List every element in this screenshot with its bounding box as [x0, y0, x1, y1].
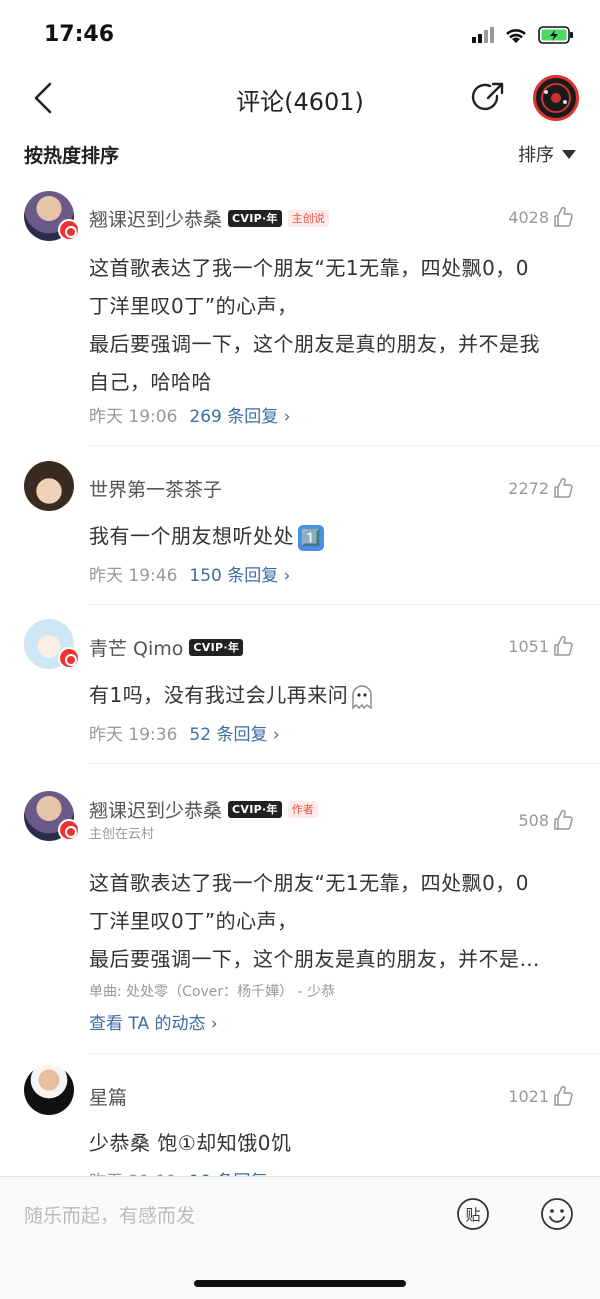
thumb-up-icon [554, 206, 573, 227]
vip-badge: CVIP·年 [228, 210, 282, 227]
view-dynamic-link[interactable]: 查看 TA 的动态 › [89, 1009, 218, 1034]
divider [89, 763, 600, 764]
vip-badge: CVIP·年 [189, 639, 244, 656]
comment-meta: 昨天 19:36 52 条回复 › [89, 720, 280, 745]
wifi-icon [506, 29, 526, 43]
like-count: 1021 [508, 1086, 549, 1106]
nav-bar: 评论(4601) [0, 70, 600, 126]
comment-text: 我有一个朋友想听处处 1️⃣ [89, 517, 589, 555]
comment-text: 有1吗，没有我过会儿再来问 [89, 676, 589, 714]
comment-meta: 昨天 19:46 150 条回复 › [89, 561, 290, 586]
thumb-up-icon [554, 477, 573, 498]
status-icons [472, 26, 574, 44]
home-indicator[interactable] [194, 1280, 406, 1287]
status-time: 17:46 [44, 22, 115, 47]
comment-text: 这首歌表达了我一个朋友“无1无靠，四处飘0，0 丁洋里叹0丁”的心声， 最后要强… [89, 256, 540, 394]
page-title: 评论(4601) [236, 88, 364, 116]
replies-link[interactable]: 269 条回复 › [189, 402, 290, 427]
comment-text: 少恭桑 饱①却知饿0饥 [89, 1131, 292, 1155]
replies-link[interactable]: 150 条回复 › [189, 561, 290, 586]
like-count: 2272 [508, 478, 549, 498]
user-subtitle: 主创在云村 [89, 827, 155, 842]
thumb-up-icon [554, 635, 573, 656]
battery-icon [538, 26, 573, 44]
divider [89, 1053, 600, 1054]
song-cover-avatar[interactable] [533, 75, 579, 121]
sort-button[interactable]: 排序 [518, 141, 576, 167]
emoji-icon[interactable] [540, 1197, 574, 1231]
like-button[interactable]: 4028 [508, 206, 574, 228]
status-bar: 17:46 [0, 0, 600, 70]
creator-badge-icon [58, 647, 80, 669]
thumb-up-icon [554, 1085, 573, 1106]
share-icon[interactable] [470, 80, 506, 116]
like-count: 1051 [508, 636, 549, 656]
comment-text: 这首歌表达了我一个朋友“无1无靠，四处飘0，0 丁洋里叹0丁”的心声， 最后要强… [89, 871, 540, 971]
creator-badge-icon [58, 819, 80, 841]
avatar[interactable] [24, 1065, 74, 1115]
comment-meta: 昨天 19:06 269 条回复 › [89, 402, 290, 427]
ghost-emoji-icon [352, 684, 372, 710]
role-badge: 作者 [287, 801, 318, 818]
emoji-keycap-one: 1️⃣ [298, 524, 324, 551]
creator-badge-icon [58, 219, 80, 241]
comment-username[interactable]: 星篇 [89, 1083, 127, 1110]
caret-down-icon [562, 149, 576, 159]
like-button[interactable]: 1021 [508, 1085, 574, 1107]
comment-username[interactable]: 翘课迟到少恭桑 CVIP·年 作者 [89, 796, 318, 823]
svg-text:贴: 贴 [465, 1206, 480, 1224]
comment-time: 昨天 19:36 [89, 725, 178, 745]
vinyl-icon [541, 83, 571, 113]
replies-link[interactable]: 52 条回复 › [189, 720, 279, 745]
comment-time: 昨天 19:46 [89, 566, 178, 586]
like-button[interactable]: 1051 [508, 635, 574, 657]
like-count: 508 [518, 810, 549, 830]
avatar[interactable] [24, 461, 74, 511]
like-count: 4028 [508, 207, 549, 227]
divider [89, 604, 600, 605]
like-button[interactable]: 508 [518, 809, 574, 831]
song-reference[interactable]: 单曲: 处处零（Cover：杨千嬅） - 少恭 [89, 981, 335, 1001]
comment-time: 昨天 19:06 [89, 407, 178, 427]
comment-username[interactable]: 世界第一茶茶子 [89, 475, 222, 502]
like-button[interactable]: 2272 [508, 477, 574, 499]
sticker-icon[interactable]: 贴 [456, 1197, 490, 1231]
vip-badge: CVIP·年 [228, 801, 282, 818]
sort-button-label: 排序 [518, 145, 554, 166]
sort-bar: 按热度排序 排序 [0, 138, 600, 168]
comment-username[interactable]: 青芒 Qimo CVIP·年 [89, 634, 244, 661]
comment-input[interactable]: 随乐而起，有感而发 [24, 1201, 195, 1228]
role-badge: 主创说 [287, 210, 329, 227]
comment-username[interactable]: 翘课迟到少恭桑 CVIP·年 主创说 [89, 205, 329, 232]
sort-label: 按热度排序 [24, 145, 120, 167]
divider [89, 445, 600, 446]
thumb-up-icon [554, 809, 573, 830]
signal-icon [472, 27, 494, 43]
